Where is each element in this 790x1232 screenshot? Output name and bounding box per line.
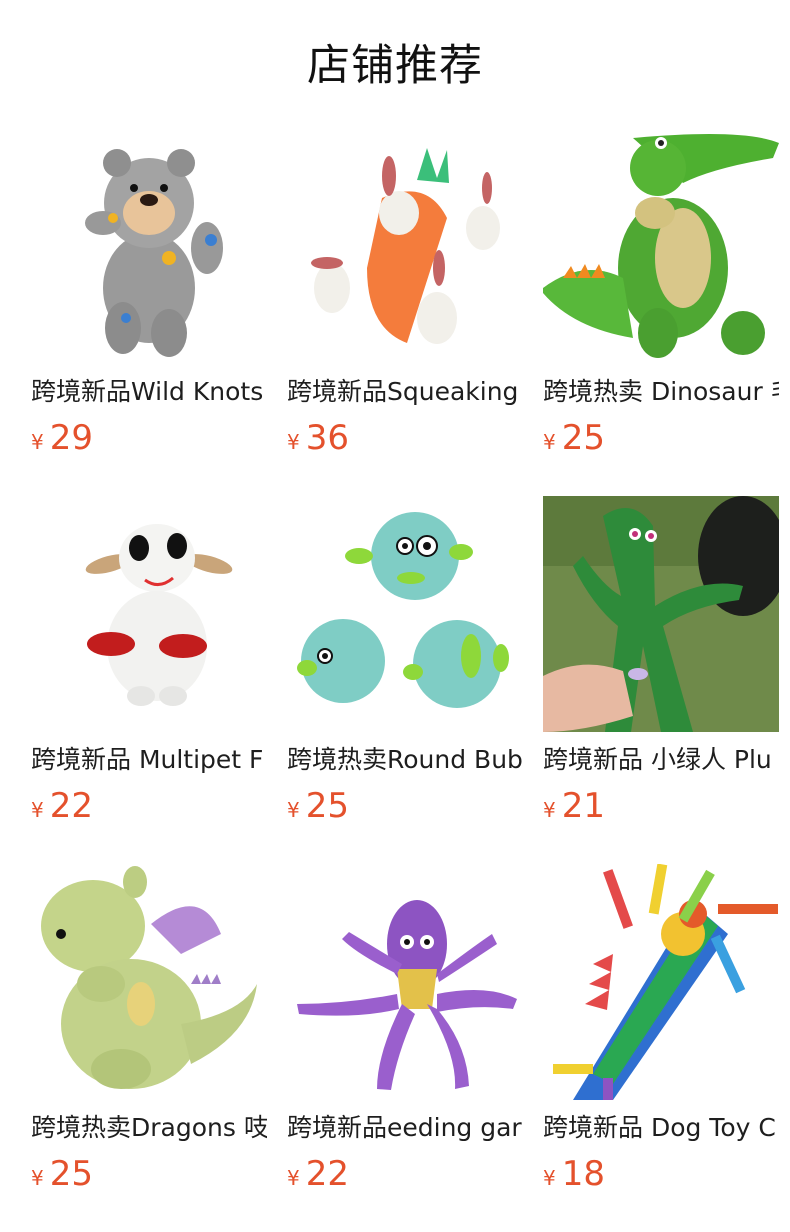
price-amount: 22 <box>49 786 93 826</box>
product-name[interactable]: 跨境新品 小绿人 Plu <box>543 744 779 778</box>
product-name[interactable]: 跨境新品Squeaking <box>287 376 523 410</box>
currency-symbol: ¥ <box>543 430 556 454</box>
product-name[interactable]: 跨境热卖Dragons 吱 <box>31 1112 267 1146</box>
purple-octopus-plush-icon <box>297 900 517 1090</box>
product-price: ¥29 <box>31 416 93 460</box>
price-amount: 25 <box>305 786 349 826</box>
product-name[interactable]: 跨境新品Wild Knots <box>31 376 267 410</box>
currency-symbol: ¥ <box>31 798 44 822</box>
product-name[interactable]: 跨境新品 Dog Toy C <box>543 1112 779 1146</box>
price-amount: 25 <box>561 418 605 458</box>
currency-symbol: ¥ <box>543 1166 556 1190</box>
product-image[interactable] <box>543 496 779 732</box>
product-price: ¥21 <box>543 784 605 828</box>
product-image[interactable] <box>543 128 779 364</box>
price-amount: 29 <box>49 418 93 458</box>
product-image[interactable] <box>31 864 267 1100</box>
product-price: ¥22 <box>31 784 93 828</box>
product-image[interactable] <box>31 496 267 732</box>
currency-symbol: ¥ <box>287 430 300 454</box>
green-dragon-plush-icon <box>41 866 257 1089</box>
currency-symbol: ¥ <box>31 430 44 454</box>
product-name[interactable]: 跨境热卖Round Bub <box>287 744 523 778</box>
price-amount: 36 <box>305 418 349 458</box>
currency-symbol: ¥ <box>31 1166 44 1190</box>
section-title: 店铺推荐 <box>307 41 483 91</box>
green-crocodile-plush-icon <box>543 134 779 358</box>
product-image[interactable] <box>287 864 523 1100</box>
price-amount: 22 <box>305 1154 349 1194</box>
colorful-ribbon-toy-icon <box>553 864 778 1100</box>
grey-bear-plush-icon <box>85 149 223 357</box>
product-price: ¥36 <box>287 416 349 460</box>
product-price: ¥25 <box>287 784 349 828</box>
product-image[interactable] <box>287 496 523 732</box>
currency-symbol: ¥ <box>287 798 300 822</box>
product-name[interactable]: 跨境新品eeding gar <box>287 1112 523 1146</box>
product-image[interactable] <box>31 128 267 364</box>
currency-symbol: ¥ <box>287 1166 300 1190</box>
product-image[interactable] <box>287 128 523 364</box>
teal-pufferfish-plush-icon <box>297 512 509 708</box>
product-price: ¥18 <box>543 1152 605 1196</box>
price-amount: 18 <box>561 1154 605 1194</box>
currency-symbol: ¥ <box>543 798 556 822</box>
product-price: ¥22 <box>287 1152 349 1196</box>
product-price: ¥25 <box>543 416 605 460</box>
carrot-bunnies-plush-icon <box>311 148 500 344</box>
product-name[interactable]: 跨境热卖 Dinosaur 毛 <box>543 376 779 410</box>
green-gumby-plush-icon <box>543 496 779 732</box>
price-amount: 25 <box>49 1154 93 1194</box>
product-image[interactable] <box>543 864 779 1100</box>
white-lamb-plush-icon <box>85 524 233 706</box>
product-price: ¥25 <box>31 1152 93 1196</box>
price-amount: 21 <box>561 786 605 826</box>
product-name[interactable]: 跨境新品 Multipet F <box>31 744 267 778</box>
